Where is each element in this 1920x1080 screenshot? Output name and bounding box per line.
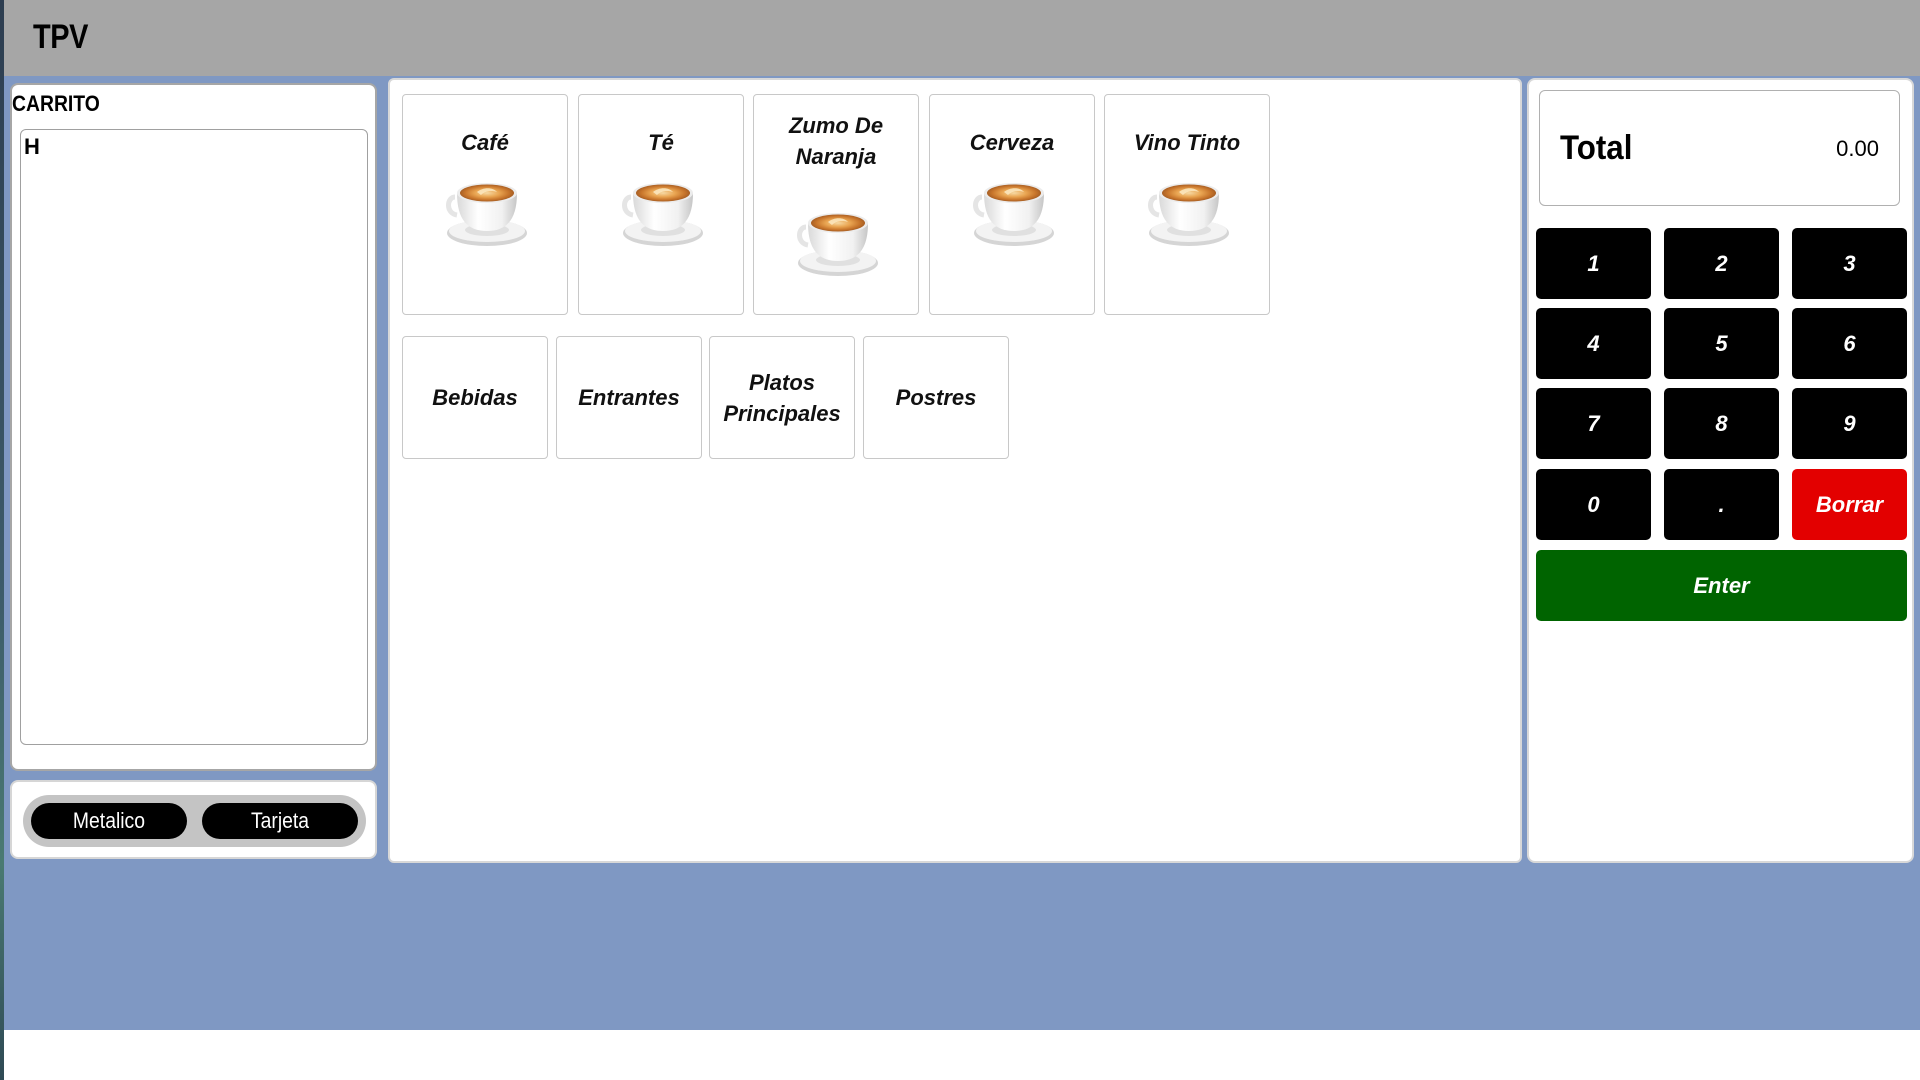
key-0[interactable]: 0 [1536,469,1651,540]
numpad-panel: Total 0.00 1 2 3 4 5 6 7 8 9 0 . Borrar … [1527,78,1914,863]
coffee-cup-icon [968,167,1058,257]
product-card-te[interactable]: Té [578,94,744,315]
total-value: 0.00 [1836,136,1879,161]
coffee-cup-icon [1143,167,1233,257]
key-decimal[interactable]: . [1664,469,1779,540]
coffee-cup-icon [441,167,531,257]
cart-list[interactable]: H [20,129,368,745]
app-title: TPV [33,18,88,56]
key-3[interactable]: 3 [1792,228,1907,299]
key-4[interactable]: 4 [1536,308,1651,379]
key-6[interactable]: 6 [1792,308,1907,379]
category-entrantes[interactable]: Entrantes [556,336,702,459]
coffee-cup-icon [792,197,882,287]
product-card-cafe[interactable]: Café [402,94,568,315]
key-7[interactable]: 7 [1536,388,1651,459]
payment-panel: Metalico Tarjeta [10,780,377,859]
app-header: TPV [4,0,1920,76]
key-8[interactable]: 8 [1664,388,1779,459]
cart-title: CARRITO [12,91,100,116]
total-display: Total 0.00 [1539,90,1900,206]
coffee-cup-icon [617,167,707,257]
product-card-cerveza[interactable]: Cerveza [929,94,1095,315]
category-postres[interactable]: Postres [863,336,1009,459]
products-panel: Café Té Zumo De Naranja Cerveza Vino Tin… [388,78,1522,863]
enter-button[interactable]: Enter [1536,550,1907,621]
cart-panel: CARRITO H [10,83,377,771]
category-platos-principales[interactable]: Platos Principales [709,336,855,459]
product-card-vino-tinto[interactable]: Vino Tinto [1104,94,1270,315]
cash-payment-button[interactable]: Metalico [31,803,187,839]
delete-button[interactable]: Borrar [1792,469,1907,540]
product-card-zumo-de-naranja[interactable]: Zumo De Naranja [753,94,919,315]
product-name: Zumo De Naranja [788,113,884,169]
cart-item[interactable]: H [24,134,40,160]
key-5[interactable]: 5 [1664,308,1779,379]
cash-payment-label: Metalico [72,808,146,833]
payment-options: Metalico Tarjeta [23,795,366,847]
total-label: Total [1560,129,1633,167]
key-9[interactable]: 9 [1792,388,1907,459]
key-1[interactable]: 1 [1536,228,1651,299]
category-bebidas[interactable]: Bebidas [402,336,548,459]
card-payment-button[interactable]: Tarjeta [202,803,358,839]
card-payment-label: Tarjeta [250,808,310,833]
key-2[interactable]: 2 [1664,228,1779,299]
